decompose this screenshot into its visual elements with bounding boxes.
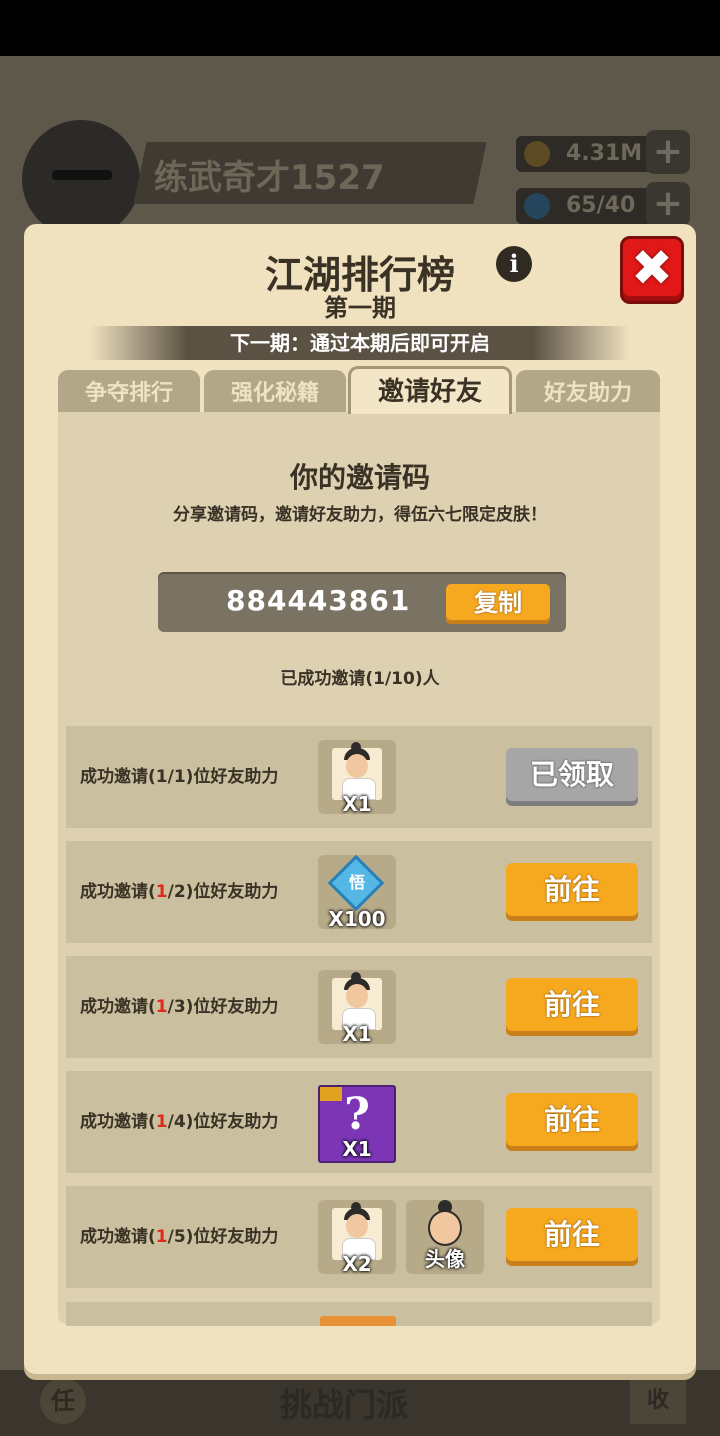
reward-avatar: 头像 <box>406 1200 484 1274</box>
task-row: 成功邀请(1/2)位好友助力 悟 X100 前往 <box>66 841 652 943</box>
reward-gem: 悟 X100 <box>318 854 396 931</box>
go-button[interactable]: 前往 <box>506 1208 638 1266</box>
invite-code-heading: 你的邀请码 <box>289 461 430 494</box>
avatar-icon <box>428 1210 462 1246</box>
task-label: 成功邀请(1/3)位好友助力 <box>80 997 279 1017</box>
add-coins-button[interactable]: + <box>646 130 690 174</box>
reward-quantity: X100 <box>328 907 386 931</box>
invited-count: 已成功邀请(1/10)人 <box>280 669 440 689</box>
task-label: 成功邀请(1/4)位好友助力 <box>80 1112 279 1132</box>
task-row: 成功邀请(1/1)位好友助力 X1 已领取 <box>66 726 652 828</box>
task-row: 成功邀请(1/4)位好友助力 ? X1 前往 <box>66 1071 652 1173</box>
coin-icon <box>524 141 550 167</box>
bottom-nav-challenge[interactable]: 挑战门派 <box>280 1380 408 1426</box>
invite-code: 884443861 <box>226 584 411 617</box>
tab-friend-help[interactable]: 好友助力 <box>516 370 660 414</box>
bottom-nav-task[interactable]: 任 <box>40 1378 86 1424</box>
add-energy-button[interactable]: + <box>646 182 690 226</box>
reward-skin-card: X1 <box>318 740 396 816</box>
task-label: 成功邀请(1/5)位好友助力 <box>80 1227 279 1247</box>
coin-counter: 4.31M <box>516 136 666 172</box>
go-button[interactable]: 前往 <box>506 1093 638 1151</box>
player-avatar <box>22 120 140 238</box>
avatar-label: 头像 <box>425 1247 465 1271</box>
player-name: 练武奇才1527 <box>154 158 385 198</box>
status-bar <box>0 0 720 56</box>
bottom-nav: 任 挑战门派 收 <box>0 1370 720 1436</box>
reward-skin-card: X2 <box>318 1200 396 1276</box>
close-icon: ✖ <box>631 239 673 297</box>
invite-description: 分享邀请码，邀请好友助力，得伍六七限定皮肤！ <box>173 505 547 525</box>
task-row: 成功邀请(1/5)位好友助力 X2 头像 前往 <box>66 1186 652 1288</box>
go-button[interactable]: 前往 <box>506 863 638 921</box>
task-label: 成功邀请(1/1)位好友助力 <box>80 767 279 787</box>
reward-quantity: X2 <box>342 1252 372 1276</box>
info-icon[interactable]: i <box>496 246 532 282</box>
claimed-button[interactable]: 已领取 <box>506 748 638 806</box>
tab-ranking[interactable]: 争夺排行 <box>58 370 200 414</box>
copy-button[interactable]: 复制 <box>446 584 550 624</box>
next-period-banner: 下一期：通过本期后即可开启 <box>90 326 630 360</box>
go-button[interactable]: 前往 <box>506 978 638 1036</box>
bottom-nav-collect[interactable]: 收 <box>630 1378 686 1424</box>
task-row: 成功邀请(1/3)位好友助力 X1 前往 <box>66 956 652 1058</box>
gem-symbol: 悟 <box>348 873 365 892</box>
energy-icon <box>524 193 550 219</box>
energy-counter: 65/40 <box>516 188 666 224</box>
tab-invite[interactable]: 邀请好友 <box>348 366 512 414</box>
reward-skin-card: X1 <box>318 970 396 1046</box>
close-button[interactable]: ✖ <box>620 236 684 304</box>
reward-mystery-box: ? X1 <box>318 1085 396 1163</box>
task-label: 成功邀请(1/2)位好友助力 <box>80 882 279 902</box>
period-label: 第一期 <box>324 294 396 322</box>
tab-upgrade[interactable]: 强化秘籍 <box>204 370 346 414</box>
reward-quantity: X1 <box>342 1137 372 1161</box>
reward-quantity: X1 <box>342 1022 372 1046</box>
reward-quantity: X1 <box>342 792 372 816</box>
task-row-partial <box>66 1302 652 1326</box>
reward-partial-icon <box>320 1316 396 1326</box>
